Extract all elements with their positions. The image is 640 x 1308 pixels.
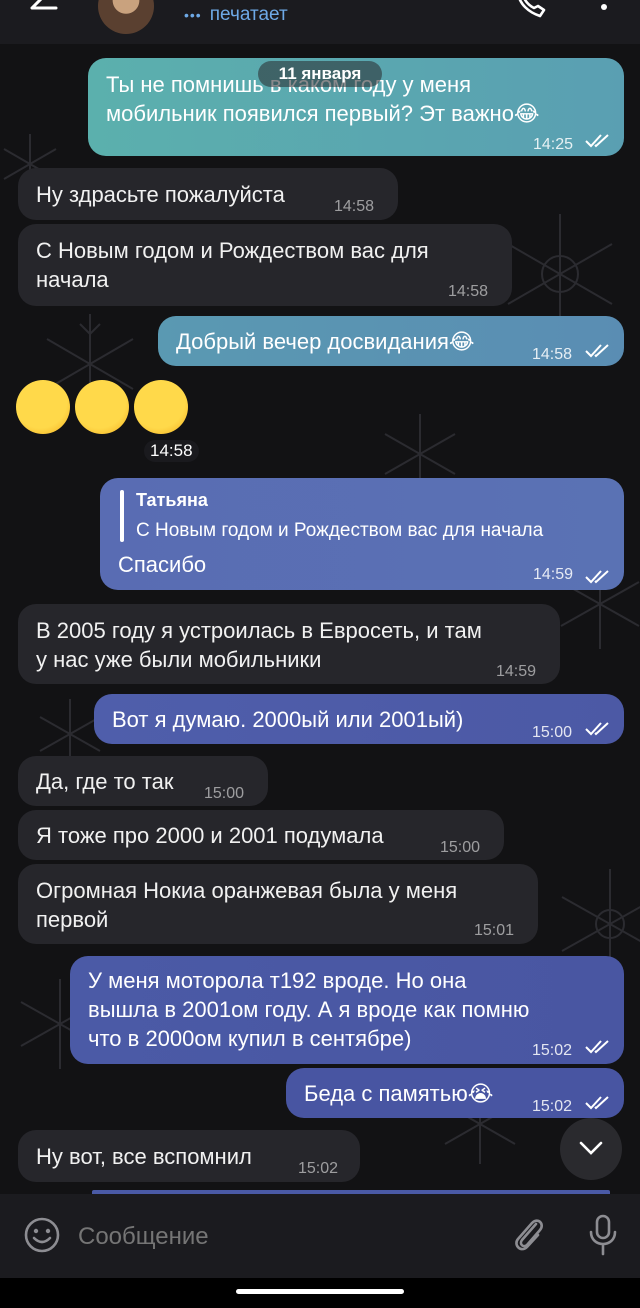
typing-dots: ••• xyxy=(184,6,202,23)
message-text: Вот я думаю. 2000ый или 2001ый) xyxy=(112,707,464,732)
message-text: В 2005 году я устроилась в Евросеть, и т… xyxy=(36,618,482,672)
message-bubble-outgoing[interactable]: Вот я думаю. 2000ый или 2001ый) 15:00 xyxy=(94,694,624,744)
mic-icon[interactable] xyxy=(588,1214,618,1256)
phone-icon[interactable] xyxy=(514,0,548,22)
message-text: Да, где то так xyxy=(36,769,174,794)
avatar[interactable] xyxy=(98,0,154,34)
message-text: Беда с памятью😭 xyxy=(304,1081,494,1106)
message-bubble-incoming[interactable]: Огромная Нокиа оранжевая была у меня пер… xyxy=(18,864,538,944)
message-bubble-incoming[interactable]: Да, где то так 15:00 xyxy=(18,756,268,806)
message-bubble-outgoing[interactable]: Добрый вечер досвидания😂 14:58 xyxy=(158,316,624,366)
message-text: У меня моторола т192 вроде. Но она вышла… xyxy=(88,968,530,1051)
message-time: 14:59 xyxy=(496,663,537,680)
double-check-icon xyxy=(585,570,609,584)
message-text: Ну вот, все вспомнил xyxy=(36,1144,252,1169)
message-bubble-incoming[interactable]: С Новым годом и Рождеством вас для начал… xyxy=(18,224,512,306)
message-bubble-incoming[interactable]: Ну вот, все вспомнил 15:02 xyxy=(18,1130,360,1182)
message-time: 15:02 xyxy=(532,1042,573,1059)
double-check-icon xyxy=(585,1040,609,1054)
more-vert-icon[interactable] xyxy=(596,0,612,20)
scroll-down-button[interactable] xyxy=(560,1118,622,1180)
double-check-icon xyxy=(585,722,609,736)
reply-author: Татьяна xyxy=(136,490,208,510)
message-text: Спасибо xyxy=(118,552,207,577)
typing-status: ••• печатает xyxy=(184,4,288,26)
emoji-message[interactable]: 😅😅😅 14:58 xyxy=(14,378,199,468)
message-time: 14:25 xyxy=(533,136,574,153)
message-time: 15:00 xyxy=(532,724,573,741)
emoji-icon[interactable] xyxy=(23,1216,61,1254)
message-time: 14:58 xyxy=(448,283,489,300)
message-time: 15:02 xyxy=(298,1160,339,1177)
message-input[interactable] xyxy=(76,1214,500,1260)
message-bubble-incoming[interactable]: В 2005 году я устроилась в Евросеть, и т… xyxy=(18,604,560,684)
back-arrow-icon[interactable] xyxy=(26,0,66,20)
message-time: 15:00 xyxy=(204,785,245,802)
message-text: Добрый вечер досвидания😂 xyxy=(176,329,475,354)
message-bubble-outgoing[interactable]: У меня моторола т192 вроде. Но она вышла… xyxy=(70,956,624,1064)
status-text: печатает xyxy=(209,4,288,25)
message-time: 15:02 xyxy=(532,1098,573,1115)
reply-quote-bar xyxy=(120,490,124,542)
message-text: Ну здрасьте пожалуйста xyxy=(36,182,285,207)
home-gesture-pill[interactable] xyxy=(236,1289,404,1294)
message-bubble-incoming[interactable]: Ну здрасьте пожалуйста 14:58 xyxy=(18,168,398,220)
message-text: С Новым годом и Рождеством вас для начал… xyxy=(36,238,429,292)
message-time: 14:58 xyxy=(334,198,375,215)
chevron-down-icon xyxy=(579,1141,603,1155)
double-check-icon xyxy=(585,344,609,358)
reply-text: С Новым годом и Рождеством вас для начал… xyxy=(136,520,544,541)
message-bubble-outgoing[interactable]: Беда с памятью😭 15:02 xyxy=(286,1068,624,1118)
message-text: Огромная Нокиа оранжевая была у меня пер… xyxy=(36,878,458,932)
date-divider: 11 января xyxy=(258,61,382,87)
chat-header: ••• печатает xyxy=(0,0,640,44)
message-bubble-incoming[interactable]: Я тоже про 2000 и 2001 подумала 15:00 xyxy=(18,810,504,860)
double-check-icon xyxy=(585,134,609,148)
message-time: 15:00 xyxy=(440,839,481,856)
message-time: 15:01 xyxy=(474,922,515,939)
message-time: 14:58 xyxy=(532,346,573,363)
message-time: 14:59 xyxy=(533,566,574,583)
attach-icon[interactable] xyxy=(510,1214,546,1254)
double-check-icon xyxy=(585,1096,609,1110)
message-time: 14:58 xyxy=(144,440,199,462)
message-text: Я тоже про 2000 и 2001 подумала xyxy=(36,823,384,848)
